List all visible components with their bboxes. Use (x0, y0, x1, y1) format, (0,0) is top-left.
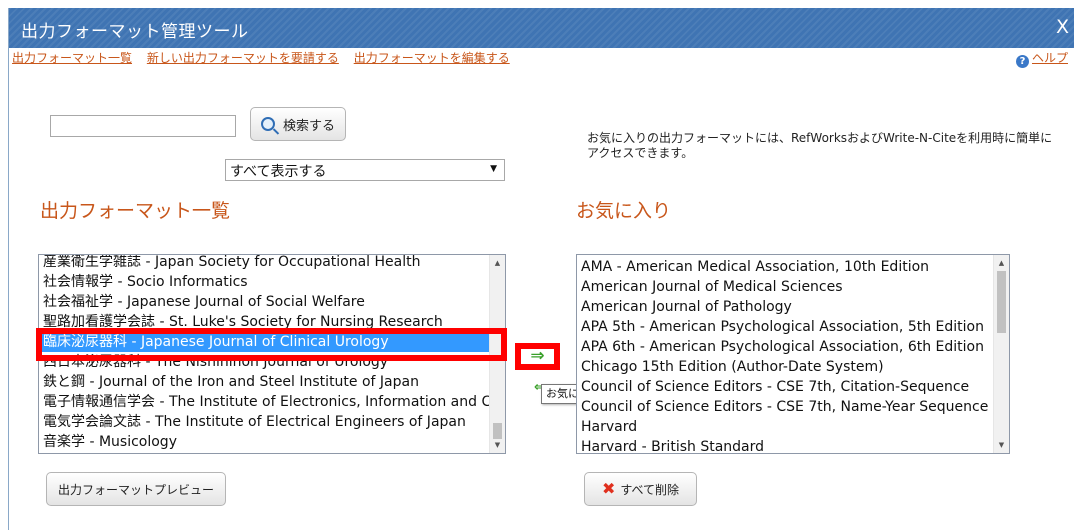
scroll-thumb[interactable] (997, 271, 1006, 333)
favorites-list[interactable]: AMA - American Medical Association, 10th… (576, 254, 1010, 454)
format-preview-button[interactable]: 出力フォーマットプレビュー (46, 472, 226, 506)
nav-links: 出力フォーマット一覧 新しい出力フォーマットを要請する 出力フォーマットを編集す… (12, 49, 521, 66)
favorites-list-item[interactable]: Chicago 15th Edition (Author-Date System… (577, 357, 993, 377)
format-list-item[interactable]: 産業衛生学雑誌 - Japan Society for Occupational… (39, 255, 489, 272)
favorites-list-item[interactable]: Harvard (577, 417, 993, 437)
favorites-list-item[interactable]: AMA - American Medical Association, 10th… (577, 257, 993, 277)
favorites-list-item[interactable]: APA 6th - American Psychological Associa… (577, 337, 993, 357)
format-list-item[interactable]: 社会情報学 - Socio Informatics (39, 272, 489, 292)
scroll-up-icon[interactable]: ▲ (994, 255, 1009, 271)
favorites-note: お気に入りの出力フォーマットには、RefWorksおよびWrite-N-Cite… (587, 131, 1053, 160)
add-to-favorites-button[interactable]: ⇒ (515, 343, 560, 370)
filter-selected-value: すべて表示する (230, 164, 327, 180)
format-list-item[interactable]: 鉄と鋼 - Journal of the Iron and Steel Inst… (39, 372, 489, 392)
filter-select[interactable]: すべて表示する ▼ (225, 159, 505, 181)
close-button[interactable]: X (1056, 16, 1069, 38)
link-edit-format[interactable]: 出力フォーマットを編集する (354, 51, 510, 65)
format-list-heading: 出力フォーマット一覧 (40, 200, 231, 222)
delete-all-button[interactable]: ✖ すべて削除 (584, 472, 697, 506)
favorites-list-item[interactable]: American Journal of Pathology (577, 297, 993, 317)
scroll-up-icon[interactable]: ▲ (490, 255, 505, 271)
delete-all-button-label: すべて削除 (620, 482, 680, 497)
favorites-list-item[interactable]: Harvard - British Standard (577, 437, 993, 453)
link-format-list[interactable]: 出力フォーマット一覧 (12, 51, 132, 65)
title-bar: 出力フォーマット管理ツール X (9, 8, 1074, 48)
favorites-list-scrollbar[interactable]: ▲ ▼ (993, 255, 1009, 453)
format-list[interactable]: 産業衛生学雑誌 - Japan Society for Occupational… (38, 254, 506, 454)
favorites-list-item[interactable]: Council of Science Editors - CSE 7th, Na… (577, 397, 993, 417)
link-request-format[interactable]: 新しい出力フォーマットを要請する (147, 51, 339, 65)
window-title: 出力フォーマット管理ツール (21, 22, 249, 42)
format-list-item[interactable]: 社会福祉学 - Japanese Journal of Social Welfa… (39, 292, 489, 312)
format-list-item[interactable]: 音楽学 - Musicology (39, 432, 489, 452)
favorites-list-item[interactable]: American Journal of Medical Sciences (577, 277, 993, 297)
scroll-down-icon[interactable]: ▼ (490, 437, 505, 453)
help-label: ヘルプ (1031, 51, 1068, 65)
arrow-right-icon: ⇒ (530, 346, 545, 366)
format-list-item[interactable]: 電子情報通信学会 - The Institute of Electronics,… (39, 392, 489, 412)
dropdown-arrow-icon: ▼ (490, 164, 497, 174)
format-list-item[interactable]: 電気学会論文誌 - The Institute of Electrical En… (39, 412, 489, 432)
format-preview-button-label: 出力フォーマットプレビュー (57, 482, 214, 497)
search-input[interactable] (50, 115, 236, 137)
format-list-item[interactable]: 西日本泌尿器科 - The Nishinihon Journal of Urol… (39, 352, 489, 372)
format-list-scrollbar[interactable]: ▲ ▼ (489, 255, 505, 453)
help-icon: ? (1015, 55, 1029, 68)
favorites-heading: お気に入り (576, 200, 672, 222)
format-list-item[interactable]: 聖路加看護学会誌 - St. Luke's Society for Nursin… (39, 312, 489, 332)
search-icon (260, 117, 275, 131)
search-button-label: 検索する (282, 118, 335, 134)
help-link[interactable]: ? ヘルプ (1015, 49, 1068, 68)
favorites-list-item[interactable]: Council of Science Editors - CSE 7th, Ci… (577, 377, 993, 397)
search-button[interactable]: 検索する (250, 107, 346, 141)
scroll-down-icon[interactable]: ▼ (994, 437, 1009, 453)
delete-x-icon: ✖ (601, 479, 616, 498)
favorites-list-item[interactable]: APA 5th - American Psychological Associa… (577, 317, 993, 337)
format-list-item-selected[interactable]: 臨床泌尿器科 - Japanese Journal of Clinical Ur… (39, 332, 489, 352)
